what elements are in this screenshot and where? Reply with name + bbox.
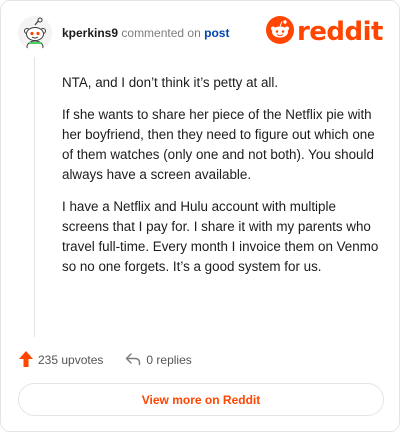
comment-paragraph: I have a Netflix and Hulu account with m… <box>62 199 379 274</box>
reddit-wordmark: reddit <box>296 17 384 47</box>
commented-on-text: commented on <box>121 26 201 40</box>
comment-header: kperkins9 commented on post reddit <box>18 15 384 55</box>
username-link[interactable]: kperkins9 <box>62 26 118 40</box>
comment-paragraph: NTA, and I don’t think it’s petty at all… <box>62 75 279 90</box>
embedded-comment-card: kperkins9 commented on post reddit NTA, … <box>0 0 400 432</box>
view-more-button[interactable]: View more on Reddit <box>18 383 384 416</box>
reddit-logo-icon <box>265 15 294 49</box>
comment-body: NTA, and I don’t think it’s petty at all… <box>62 73 380 289</box>
comment-paragraph: If she wants to share her piece of the N… <box>62 107 375 182</box>
byline: kperkins9 commented on post <box>62 26 229 40</box>
snoo-avatar-icon[interactable] <box>18 16 52 50</box>
reply-count: 0 replies <box>146 353 192 367</box>
reply-button[interactable]: 0 replies <box>125 352 192 369</box>
upvote-arrow-icon[interactable] <box>19 350 33 370</box>
comment-actions: 235 upvotes 0 replies <box>19 350 192 370</box>
thread-line <box>34 57 35 337</box>
reddit-logo[interactable]: reddit <box>265 15 384 49</box>
upvote-button[interactable]: 235 upvotes <box>19 350 104 370</box>
reply-icon[interactable] <box>125 352 141 369</box>
upvote-count: 235 upvotes <box>38 353 104 367</box>
post-link[interactable]: post <box>204 26 229 40</box>
